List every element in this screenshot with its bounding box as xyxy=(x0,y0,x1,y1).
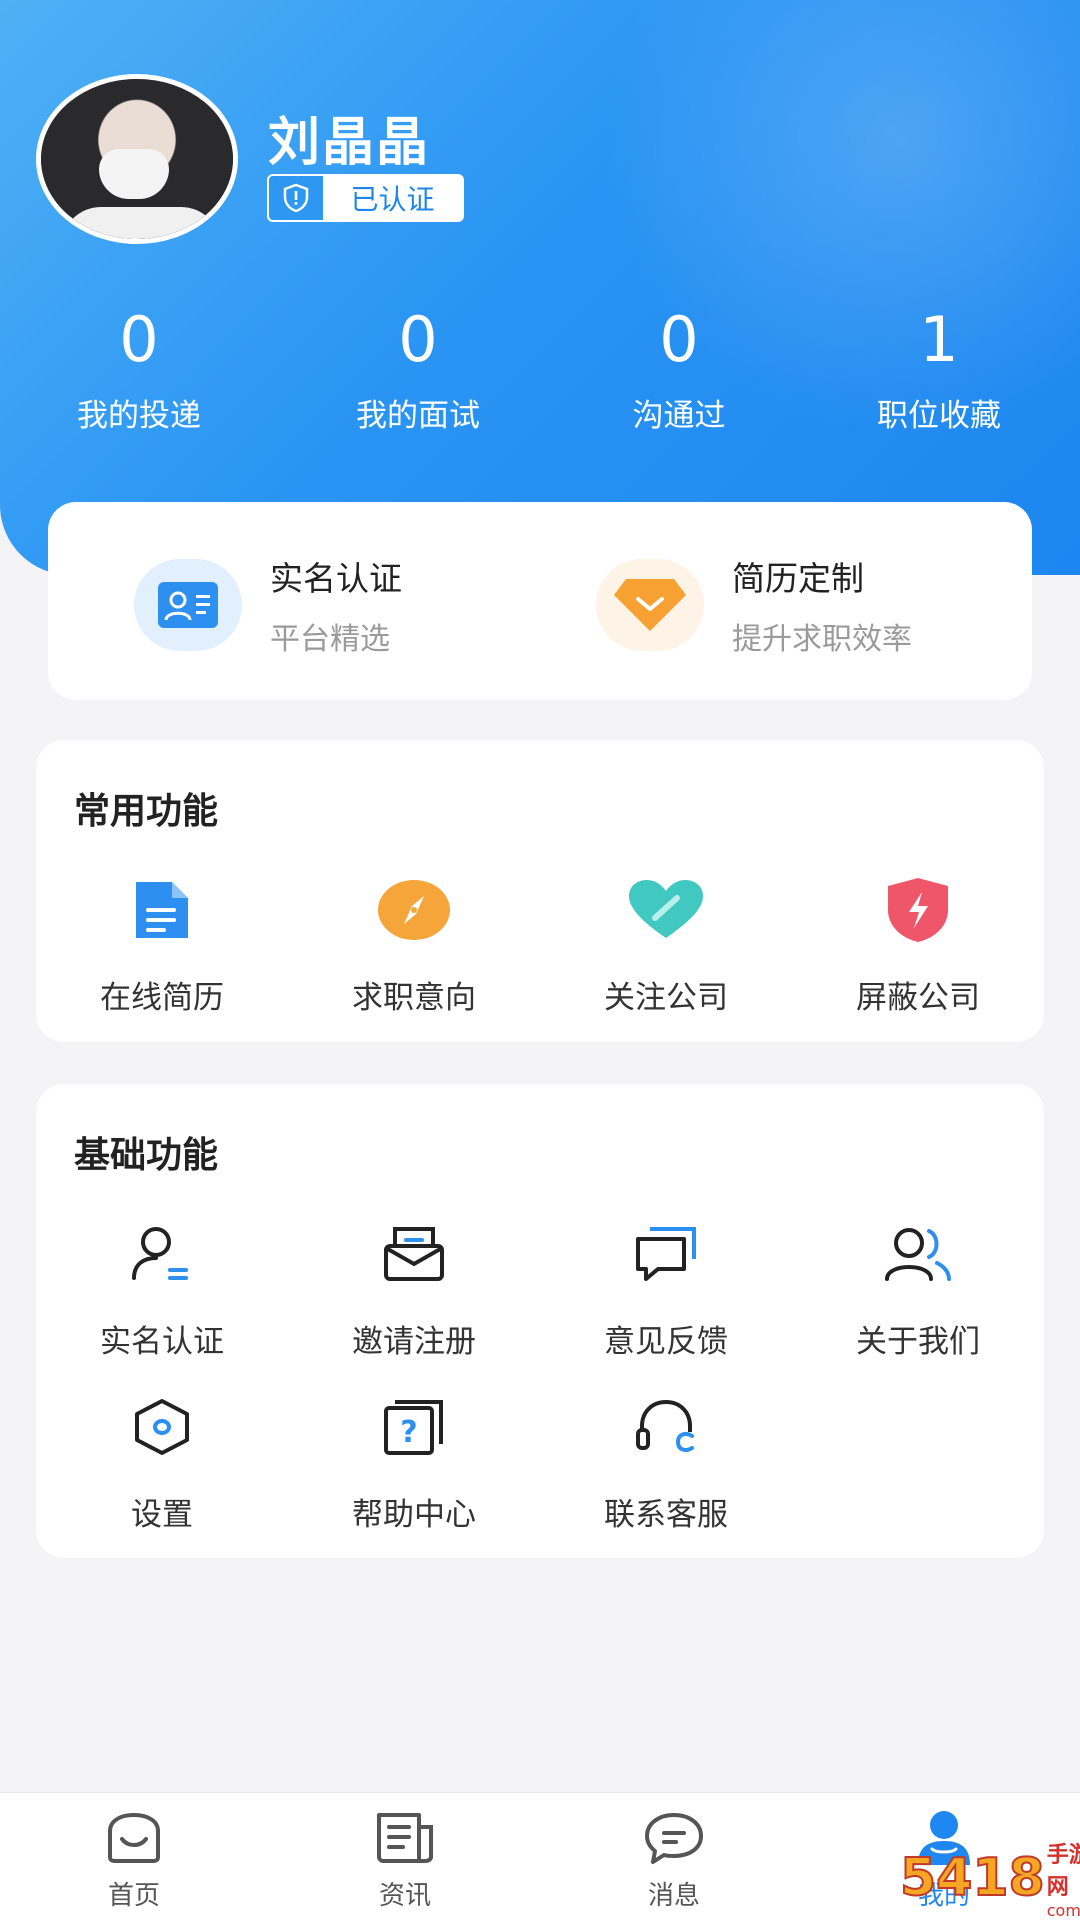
watermark-logo: 5418 手游网 com.cn xyxy=(899,1838,1080,1920)
common-functions-section: 常用功能 在线简历 求职意向 关注公司 屏蔽公司 xyxy=(36,740,1044,1042)
promo-title: 实名认证 xyxy=(270,559,402,598)
function-label: 关于我们 xyxy=(856,1324,980,1360)
tab-label: 首页 xyxy=(107,1881,160,1911)
hexagon-settings-icon xyxy=(36,1387,288,1467)
headset-icon xyxy=(540,1387,792,1467)
job-intention-button[interactable]: 求职意向 xyxy=(288,870,540,1017)
contact-support-button[interactable]: 联系客服 xyxy=(540,1387,792,1534)
profile-header: 刘晶晶 已认证 0 我的投递 0 我的面试 0 沟通过 1 职位收藏 xyxy=(0,0,1080,575)
tab-home[interactable]: 首页 xyxy=(64,1807,204,1912)
help-center-button[interactable]: ? 帮助中心 xyxy=(288,1387,540,1534)
real-name-verify-button[interactable]: 实名认证 xyxy=(36,1214,288,1361)
heart-icon xyxy=(540,870,792,950)
chat-feedback-icon xyxy=(540,1214,792,1294)
diamond-icon xyxy=(596,559,704,651)
stat-interviews[interactable]: 0 我的面试 xyxy=(308,300,528,435)
svg-text:?: ? xyxy=(400,1415,417,1450)
about-us-button[interactable]: 关于我们 xyxy=(792,1214,1044,1361)
tab-news[interactable]: 资讯 xyxy=(335,1807,475,1912)
promo-subtitle: 提升求职效率 xyxy=(732,622,912,657)
blocked-companies-button[interactable]: 屏蔽公司 xyxy=(792,870,1044,1017)
verified-label: 已认证 xyxy=(350,183,435,216)
online-resume-button[interactable]: 在线简历 xyxy=(36,870,288,1017)
feedback-button[interactable]: 意见反馈 xyxy=(540,1214,792,1361)
function-label: 意见反馈 xyxy=(604,1324,728,1360)
section-title: 基础功能 xyxy=(74,1135,219,1176)
function-label: 屏蔽公司 xyxy=(856,980,980,1016)
id-card-icon xyxy=(134,559,242,651)
function-label: 设置 xyxy=(131,1497,193,1533)
tab-label: 消息 xyxy=(647,1881,700,1911)
tab-label: 资讯 xyxy=(378,1881,431,1911)
promo-card: 实名认证 平台精选 简历定制 提升求职效率 xyxy=(48,502,1032,700)
followed-companies-button[interactable]: 关注公司 xyxy=(540,870,792,1017)
promo-subtitle: 平台精选 xyxy=(270,622,390,657)
tab-messages[interactable]: 消息 xyxy=(604,1807,744,1912)
function-label: 在线简历 xyxy=(100,980,224,1016)
shield-bolt-icon xyxy=(792,870,1044,950)
message-icon xyxy=(604,1807,744,1869)
stat-label: 沟通过 xyxy=(632,398,726,434)
function-label: 求职意向 xyxy=(352,980,476,1016)
shield-icon xyxy=(269,176,323,220)
promo-resume-custom[interactable]: 简历定制 提升求职效率 xyxy=(596,552,912,658)
stat-label: 我的面试 xyxy=(356,398,480,434)
watermark-number: 5418 xyxy=(899,1847,1046,1909)
document-icon xyxy=(36,870,288,950)
function-label: 联系客服 xyxy=(604,1497,728,1533)
stat-contacted[interactable]: 0 沟通过 xyxy=(569,300,789,435)
basic-functions-section: 基础功能 实名认证 邀请注册 意见反馈 关于我们 设置 ? 帮助中心 联系客服 xyxy=(36,1084,1044,1558)
stat-favorites[interactable]: 1 职位收藏 xyxy=(829,300,1049,435)
function-label: 关注公司 xyxy=(604,980,728,1016)
stat-label: 职位收藏 xyxy=(877,398,1001,434)
compass-icon xyxy=(288,870,540,950)
stat-value: 0 xyxy=(398,303,438,376)
users-icon xyxy=(792,1214,1044,1294)
promo-title: 简历定制 xyxy=(732,559,864,598)
function-label: 实名认证 xyxy=(100,1324,224,1360)
home-icon xyxy=(64,1807,204,1869)
news-icon xyxy=(335,1807,475,1869)
help-icon: ? xyxy=(288,1387,540,1467)
avatar[interactable] xyxy=(36,74,238,244)
stat-label: 我的投递 xyxy=(77,398,201,434)
watermark-text: 手游网 xyxy=(1046,1842,1080,1900)
promo-real-name[interactable]: 实名认证 平台精选 xyxy=(134,552,402,658)
envelope-icon xyxy=(288,1214,540,1294)
settings-button[interactable]: 设置 xyxy=(36,1387,288,1534)
verified-badge: 已认证 xyxy=(267,174,464,222)
user-verify-icon xyxy=(36,1214,288,1294)
user-name[interactable]: 刘晶晶 xyxy=(268,100,430,175)
watermark-domain: com.cn xyxy=(1046,1900,1080,1920)
stat-deliveries[interactable]: 0 我的投递 xyxy=(29,300,249,435)
section-title: 常用功能 xyxy=(74,791,219,832)
invite-register-button[interactable]: 邀请注册 xyxy=(288,1214,540,1361)
function-label: 帮助中心 xyxy=(352,1497,476,1533)
function-label: 邀请注册 xyxy=(352,1324,476,1360)
stat-value: 0 xyxy=(659,303,699,376)
stat-value: 0 xyxy=(119,303,159,376)
stat-value: 1 xyxy=(919,303,959,376)
